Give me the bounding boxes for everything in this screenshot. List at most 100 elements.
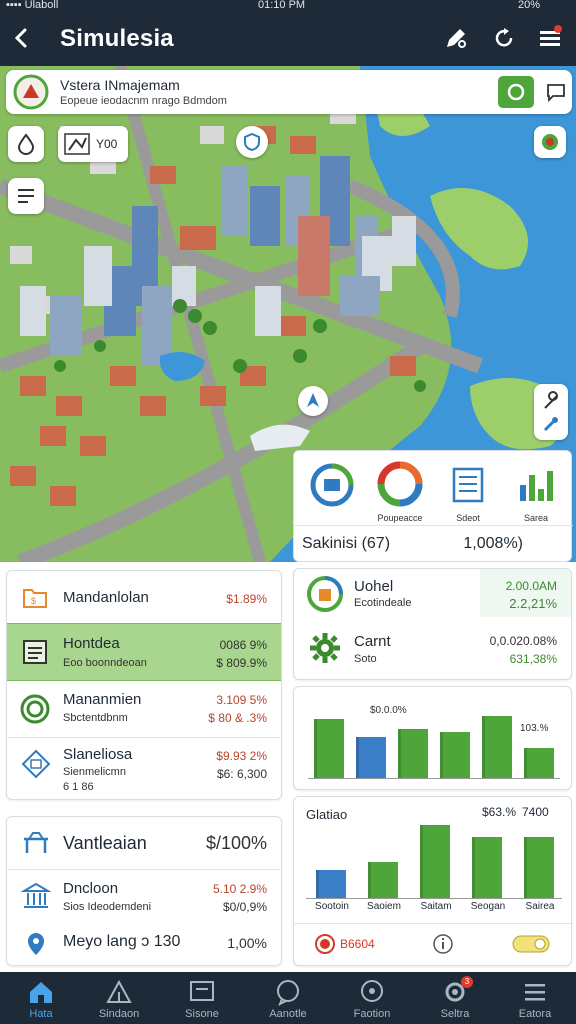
- item-value-secondary: $6: 6,300: [216, 767, 267, 781]
- summary-label: Sakinisi (67): [302, 535, 391, 552]
- list-item[interactable]: Mananmien Sbctentdbnm 3.109 5% $ 80 & .3…: [7, 681, 281, 737]
- donut-chart-icon: [377, 461, 423, 507]
- list-item[interactable]: Meyo lang ɔ 130 1,00%: [7, 921, 281, 965]
- building-icon: [452, 467, 484, 503]
- gauge-icon: [310, 463, 354, 507]
- chart-bar: [524, 837, 554, 898]
- chart-annotation: 103.%: [520, 723, 549, 734]
- stat-item-3[interactable]: Sdeot: [438, 459, 498, 523]
- metric-name: Carnt: [354, 633, 391, 650]
- tool-stack[interactable]: [534, 384, 568, 440]
- nav-item-2[interactable]: Sindaon: [78, 972, 160, 1024]
- notification-badge: 3: [461, 976, 473, 988]
- x-axis-label: Seogan: [470, 901, 506, 912]
- edit-icon: [447, 29, 466, 48]
- grouped-chart-card: Glatiao $63.% 7400 Sootoin Saoiem Saitam Se…: [293, 796, 572, 966]
- stat-item-1[interactable]: [302, 459, 362, 519]
- item-value: $9.93 2%: [216, 749, 267, 763]
- map-marker-shield[interactable]: [236, 126, 268, 158]
- item-value: $/100%: [205, 833, 267, 853]
- metric-value: 0,0.020.08%: [489, 634, 557, 648]
- bar-chart: [308, 699, 560, 779]
- chart-bar: [398, 729, 428, 778]
- screen-icon: [190, 981, 214, 1001]
- nav-label: Seltra: [440, 1008, 470, 1020]
- message-button[interactable]: [542, 78, 570, 106]
- filter-button[interactable]: [536, 24, 564, 52]
- page-title: Simulesia: [60, 25, 174, 52]
- list-item[interactable]: $ Mandanlolan $1.89%: [7, 571, 281, 623]
- nav-label: Faotion: [353, 1008, 391, 1020]
- route-tool-label: Y00: [96, 137, 118, 151]
- item-name: Slaneliosa: [63, 746, 133, 763]
- refresh-button[interactable]: [490, 24, 518, 52]
- metric-row[interactable]: Carnt Soto 0,0.020.08% 631,38%: [294, 621, 571, 679]
- route-tool[interactable]: Y00: [58, 126, 128, 162]
- nav-item-7[interactable]: Eatora: [494, 972, 576, 1024]
- menu-icon: [525, 984, 545, 1001]
- chart-bar: [368, 862, 398, 898]
- back-button[interactable]: [10, 24, 32, 52]
- list-item[interactable]: Slaneliosa Sienmelicmn 6 1 86 $9.93 2% $…: [7, 737, 281, 799]
- ring-icon: [20, 694, 50, 724]
- item-name: Meyo lang ɔ 130: [63, 933, 181, 950]
- gear-icon: [310, 633, 340, 663]
- info-card[interactable]: Vstera INmajemam Eopeue ieodacnm nrago B…: [6, 70, 572, 114]
- footer-code: B6604: [340, 937, 375, 951]
- chevron-left-icon: [14, 28, 27, 48]
- chart-bar: [356, 737, 386, 778]
- item-value-secondary: $ 80 & .3%: [208, 711, 267, 725]
- x-axis-label: Sootoin: [315, 901, 349, 912]
- bar-chart-card: $0.0.0% 103.%: [293, 686, 572, 790]
- metric-row[interactable]: Uohel Ecotindeale 2.00.0AM 2.2,21%: [294, 569, 571, 621]
- layers-icon: [542, 134, 558, 150]
- bottom-nav: Hata Sindaon Sisone Aanotle Faotion 3 Se…: [0, 972, 576, 1024]
- stat-item-4[interactable]: Sarea: [506, 459, 566, 523]
- edit-button[interactable]: [442, 24, 470, 52]
- item-value: 1,00%: [227, 935, 267, 951]
- nav-item-home[interactable]: Hata: [0, 972, 82, 1024]
- nav-label: Sindaon: [98, 1008, 140, 1020]
- route-icon: [64, 133, 90, 155]
- go-button[interactable]: [498, 76, 534, 108]
- chart-bar: [524, 748, 554, 778]
- item-sub: Sbctentdbnm: [63, 712, 128, 724]
- list-tool-button[interactable]: [8, 178, 44, 214]
- gate-icon: [24, 832, 48, 853]
- item-name: Mananmien: [63, 691, 142, 708]
- folder-icon: $: [23, 589, 47, 608]
- drop-tool-button[interactable]: [8, 126, 44, 162]
- nav-item-4[interactable]: Aanotle: [247, 972, 329, 1024]
- stat-label: Poupeacce: [377, 513, 423, 523]
- nav-item-6[interactable]: 3 Seltra: [414, 972, 496, 1024]
- bar-chart-icon: [520, 471, 553, 501]
- item-name: Mandanlolan: [63, 589, 149, 606]
- layers-button[interactable]: [534, 126, 566, 158]
- list-item[interactable]: Vantleaian $/100%: [7, 817, 281, 869]
- nav-label: Aanotle: [269, 1008, 307, 1020]
- info-icon[interactable]: [432, 933, 454, 955]
- nav-item-5[interactable]: Faotion: [331, 972, 413, 1024]
- list-item[interactable]: Dncloon Sios Ideodemdeni 5.10 2.9% $0/0,…: [7, 869, 281, 921]
- nav-label: Sisone: [185, 1008, 219, 1020]
- item-value: 3.109 5%: [216, 693, 267, 707]
- list-item-selected[interactable]: Hontdea Eoo boonndeoan 0086 9% $ 809.9%: [7, 623, 281, 681]
- divider: [294, 923, 571, 924]
- metric-value-secondary: 631,38%: [509, 652, 557, 666]
- item-name: Vantleaian: [63, 833, 147, 853]
- x-axis-label: Sairea: [525, 901, 555, 912]
- nav-item-3[interactable]: Sisone: [161, 972, 243, 1024]
- toggle-icon[interactable]: [512, 935, 550, 953]
- x-axis-labels: Sootoin Saoiem Saitam Seogan Sairea: [306, 901, 562, 915]
- item-sub: Eoo boonndeoan: [63, 657, 147, 669]
- badge-icon: [307, 576, 343, 612]
- bubble-icon: [361, 980, 383, 1002]
- metrics-card: Uohel Ecotindeale 2.00.0AM 2.2,21% Carnt…: [293, 568, 572, 680]
- map-marker-pin[interactable]: [298, 386, 328, 416]
- metric-value: 2.00.0AM: [505, 579, 557, 593]
- circle-icon: [507, 83, 525, 101]
- chart-bar: [472, 837, 502, 898]
- battery-label: 20%: [517, 0, 540, 11]
- list-icon: [18, 189, 34, 203]
- stat-item-2[interactable]: Poupeacce: [370, 459, 430, 523]
